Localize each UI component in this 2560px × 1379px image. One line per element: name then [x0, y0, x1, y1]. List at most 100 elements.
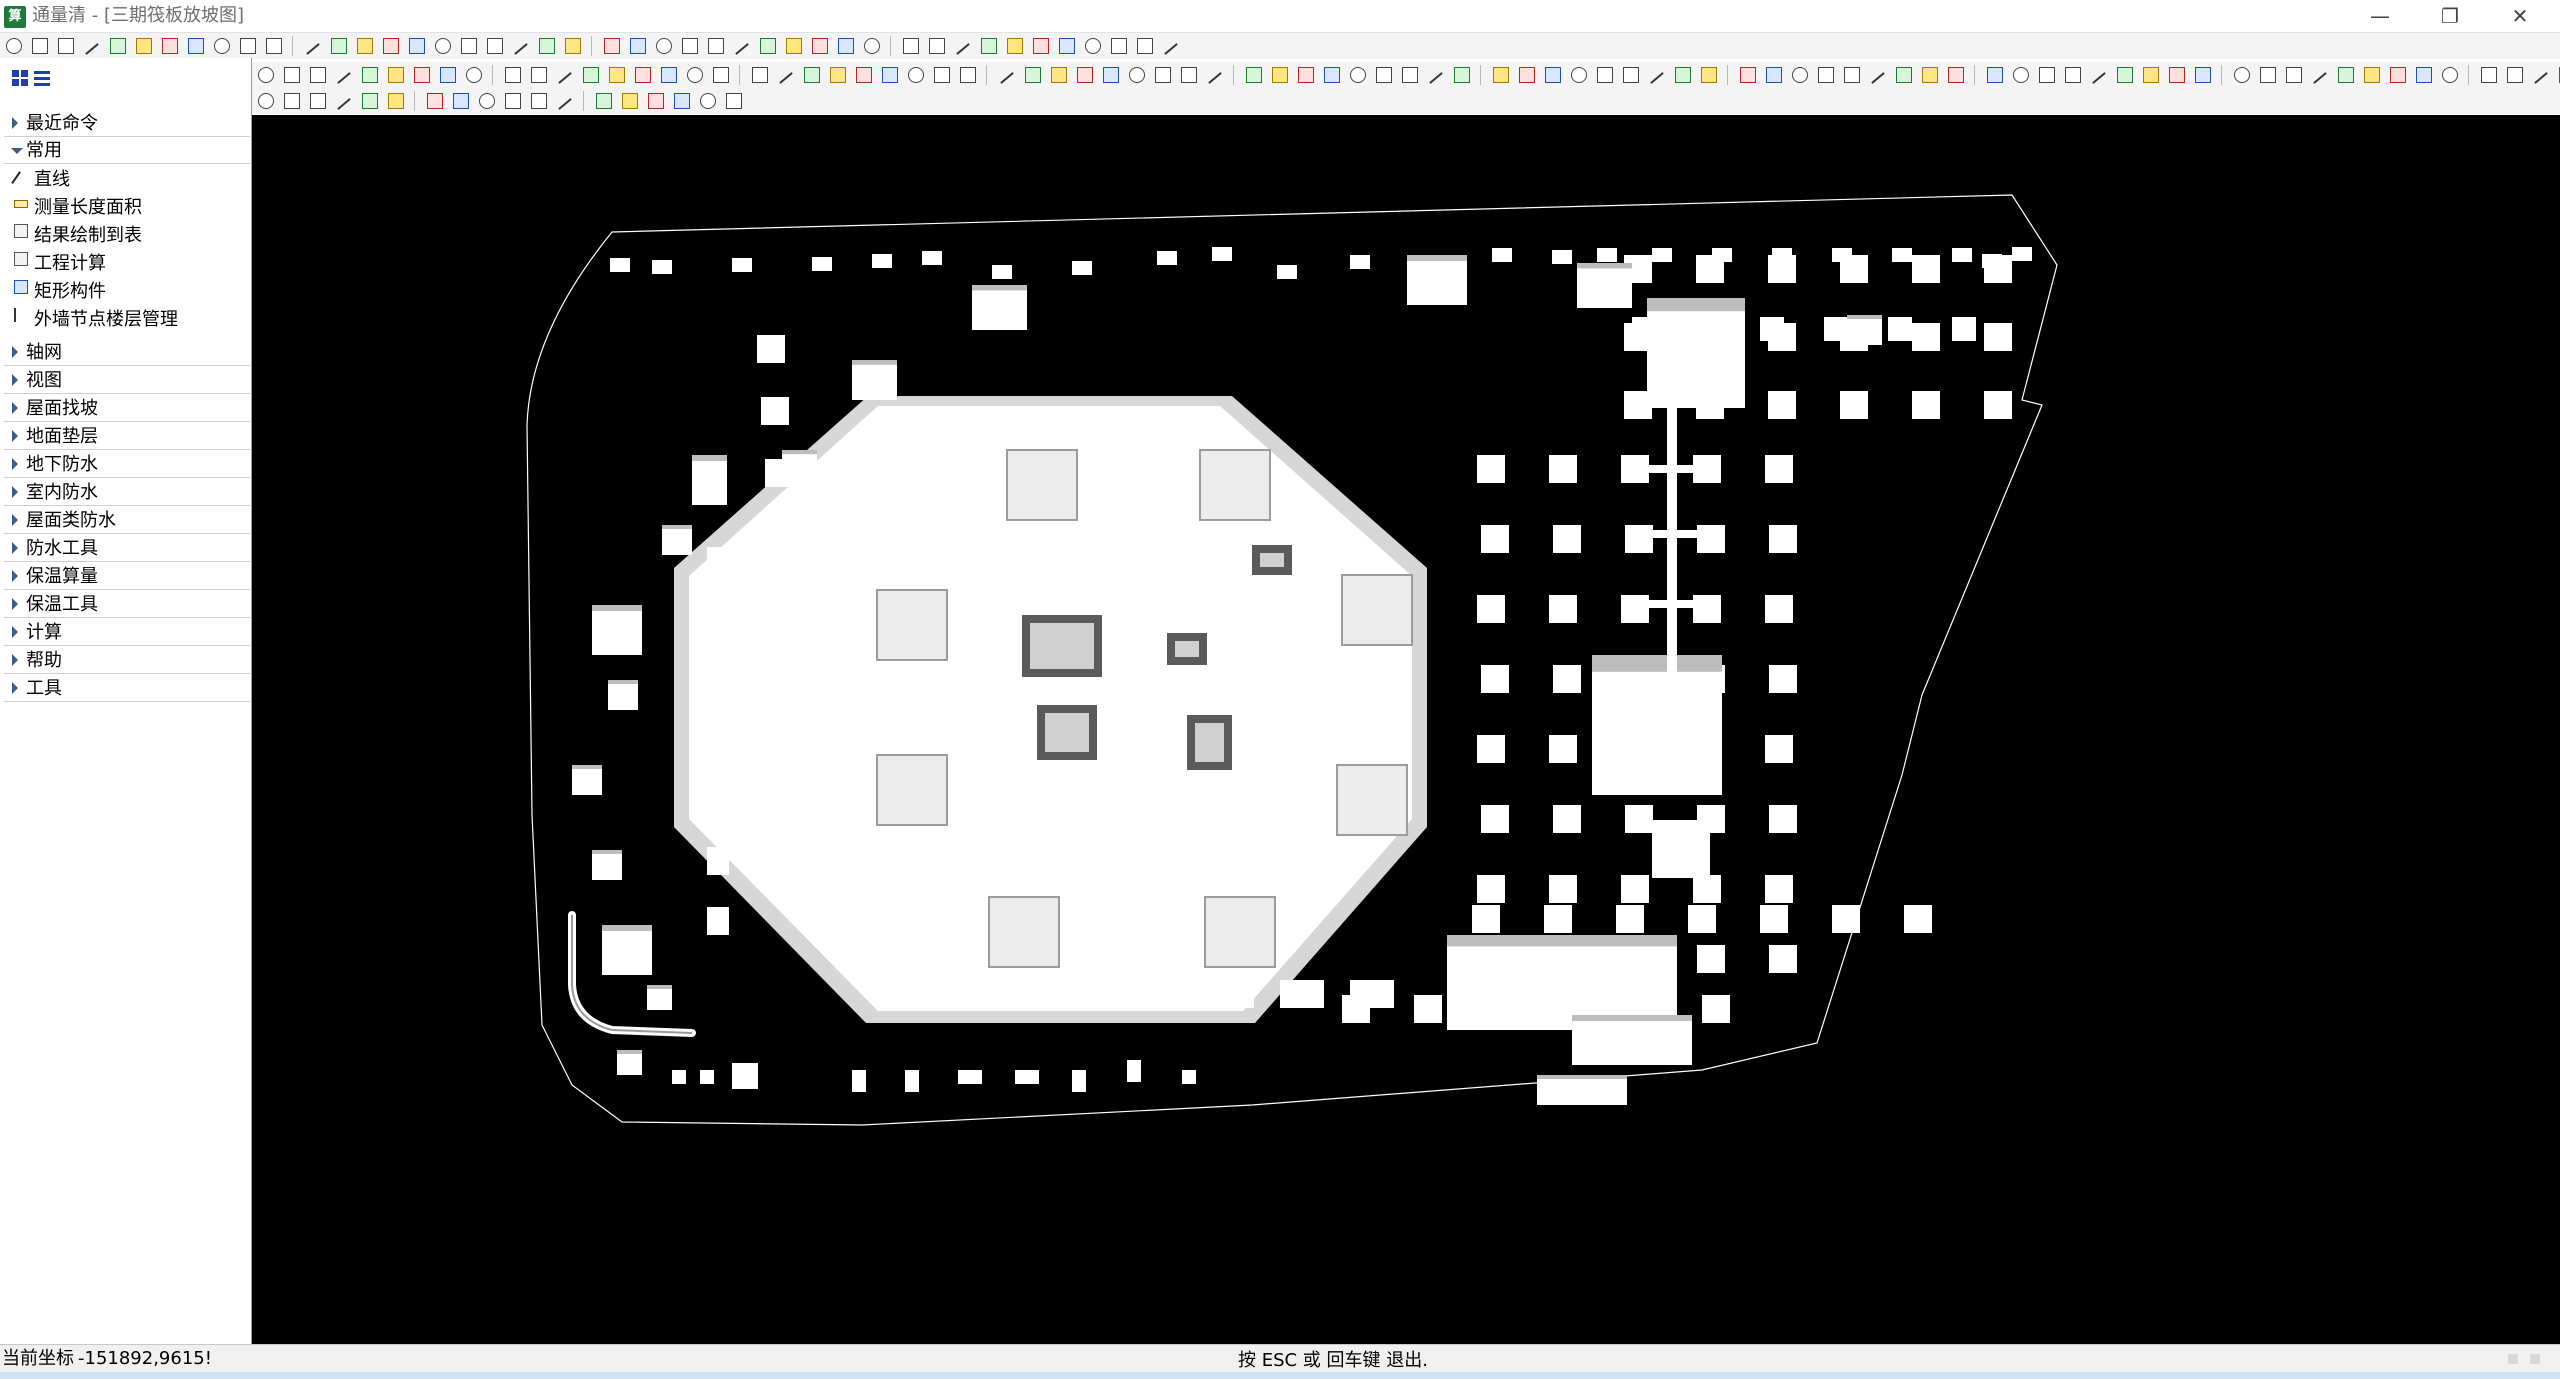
toolbar-tool-icon[interactable]	[1324, 67, 1340, 83]
toolbar-tool-icon[interactable]	[383, 38, 399, 54]
toolbar-tool-icon[interactable]	[674, 93, 690, 109]
toolbar-tool-icon[interactable]	[1948, 67, 1964, 83]
sidebar-group[interactable]: 计算	[4, 620, 250, 646]
toolbar-tool-icon[interactable]	[188, 38, 204, 54]
toolbar-tool-icon[interactable]	[2442, 67, 2458, 83]
toolbar-tool-icon[interactable]	[2390, 67, 2406, 83]
toolbar-tool-icon[interactable]	[583, 67, 599, 83]
sidebar-group[interactable]: 屋面类防水	[4, 508, 250, 534]
toolbar-tool-icon[interactable]	[2364, 67, 2380, 83]
command-project-calc[interactable]: 工程计算	[10, 249, 250, 275]
toolbar-tool-icon[interactable]	[2481, 67, 2497, 83]
sidebar-group[interactable]: 保温工具	[4, 592, 250, 618]
toolbar-tool-icon[interactable]	[2092, 72, 2106, 84]
toolbar-tool-icon[interactable]	[960, 67, 976, 83]
toolbar-tool-icon[interactable]	[362, 67, 378, 83]
toolbar-tool-icon[interactable]	[58, 38, 74, 54]
toolbar-tool-icon[interactable]	[1740, 67, 1756, 83]
toolbar-tool-icon[interactable]	[2117, 67, 2133, 83]
toolbar-tool-icon[interactable]	[1077, 67, 1093, 83]
toolbar-tool-icon[interactable]	[409, 38, 425, 54]
toolbar-tool-icon[interactable]	[505, 93, 521, 109]
toolbar-tool-icon[interactable]	[466, 67, 482, 83]
toolbar-tool-icon[interactable]	[362, 93, 378, 109]
sidebar-group[interactable]: 屋面找坡	[4, 396, 250, 422]
toolbar-tool-icon[interactable]	[258, 93, 274, 109]
toolbar-tool-icon[interactable]	[1493, 67, 1509, 83]
toolbar-tool-icon[interactable]	[531, 67, 547, 83]
toolbar-tool-icon[interactable]	[1987, 67, 2003, 83]
toolbar-tool-icon[interactable]	[284, 67, 300, 83]
toolbar-tool-icon[interactable]	[337, 72, 351, 84]
toolbar-tool-icon[interactable]	[1033, 38, 1049, 54]
group-common[interactable]: 常用	[4, 138, 250, 164]
toolbar-tool-icon[interactable]	[2143, 67, 2159, 83]
toolbar-tool-icon[interactable]	[1208, 72, 1222, 84]
toolbar-tool-icon[interactable]	[779, 72, 793, 84]
toolbar-tool-icon[interactable]	[1571, 67, 1587, 83]
sidebar-group[interactable]: 帮助	[4, 648, 250, 674]
toolbar-tool-icon[interactable]	[310, 93, 326, 109]
toolbar-tool-icon[interactable]	[838, 38, 854, 54]
toolbar-tool-icon[interactable]	[2338, 67, 2354, 83]
sidebar-group[interactable]: 室内防水	[4, 480, 250, 506]
toolbar-tool-icon[interactable]	[726, 93, 742, 109]
toolbar-tool-icon[interactable]	[760, 38, 776, 54]
toolbar-tool-icon[interactable]	[1025, 67, 1041, 83]
toolbar-tool-icon[interactable]	[630, 38, 646, 54]
toolbar-tool-icon[interactable]	[565, 38, 581, 54]
toolbar-tool-icon[interactable]	[1402, 67, 1418, 83]
toolbar-tool-icon[interactable]	[214, 38, 230, 54]
toolbar-tool-icon[interactable]	[929, 38, 945, 54]
toolbar-tool-icon[interactable]	[414, 67, 430, 83]
toolbar-tool-icon[interactable]	[1051, 67, 1067, 83]
command-result-table[interactable]: 结果绘制到表	[10, 221, 250, 247]
panel-view-toggle-icon[interactable]	[12, 70, 52, 90]
toolbar-tool-icon[interactable]	[956, 43, 970, 55]
toolbar-tool-icon[interactable]	[622, 93, 638, 109]
toolbar-tool-icon[interactable]	[700, 93, 716, 109]
toolbar-tool-icon[interactable]	[514, 43, 528, 55]
toolbar-tool-icon[interactable]	[539, 38, 555, 54]
toolbar-tool-icon[interactable]	[1272, 67, 1288, 83]
toolbar-tool-icon[interactable]	[2169, 67, 2185, 83]
sidebar-group[interactable]: 地下防水	[4, 452, 250, 478]
sidebar-group[interactable]: 保温算量	[4, 564, 250, 590]
toolbar-tool-icon[interactable]	[934, 67, 950, 83]
toolbar-tool-icon[interactable]	[531, 93, 547, 109]
toolbar-tool-icon[interactable]	[258, 67, 274, 83]
drawing-canvas[interactable]	[252, 115, 2560, 1344]
command-measure[interactable]: 测量长度面积	[10, 193, 250, 219]
toolbar-tool-icon[interactable]	[903, 38, 919, 54]
toolbar-tool-icon[interactable]	[661, 67, 677, 83]
toolbar-tool-icon[interactable]	[1111, 38, 1127, 54]
command-floor-manage[interactable]: 外墙节点楼层管理	[10, 305, 250, 331]
toolbar-tool-icon[interactable]	[310, 67, 326, 83]
toolbar-tool-icon[interactable]	[812, 38, 828, 54]
toolbar-tool-icon[interactable]	[461, 38, 477, 54]
toolbar-tool-icon[interactable]	[1545, 67, 1561, 83]
toolbar-tool-icon[interactable]	[1650, 72, 1664, 84]
toolbar-tool-icon[interactable]	[427, 93, 443, 109]
toolbar-tool-icon[interactable]	[2416, 67, 2432, 83]
toolbar-tool-icon[interactable]	[908, 67, 924, 83]
toolbar-tool-icon[interactable]	[609, 67, 625, 83]
toolbar-tool-icon[interactable]	[32, 38, 48, 54]
toolbar-tool-icon[interactable]	[1675, 67, 1691, 83]
sidebar-group[interactable]: 防水工具	[4, 536, 250, 562]
toolbar-tool-icon[interactable]	[1085, 38, 1101, 54]
toolbar-tool-icon[interactable]	[266, 38, 282, 54]
toolbar-tool-icon[interactable]	[648, 93, 664, 109]
toolbar-tool-icon[interactable]	[240, 38, 256, 54]
toolbar-tool-icon[interactable]	[1429, 72, 1443, 84]
toolbar-tool-icon[interactable]	[713, 67, 729, 83]
toolbar-tool-icon[interactable]	[830, 67, 846, 83]
toolbar-tool-icon[interactable]	[786, 38, 802, 54]
toolbar-tool-icon[interactable]	[2195, 67, 2211, 83]
toolbar-tool-icon[interactable]	[1155, 67, 1171, 83]
toolbar-tool-icon[interactable]	[487, 38, 503, 54]
toolbar-tool-icon[interactable]	[2534, 72, 2548, 84]
toolbar-tool-icon[interactable]	[1597, 67, 1613, 83]
toolbar-tool-icon[interactable]	[1844, 67, 1860, 83]
toolbar-tool-icon[interactable]	[752, 67, 768, 83]
